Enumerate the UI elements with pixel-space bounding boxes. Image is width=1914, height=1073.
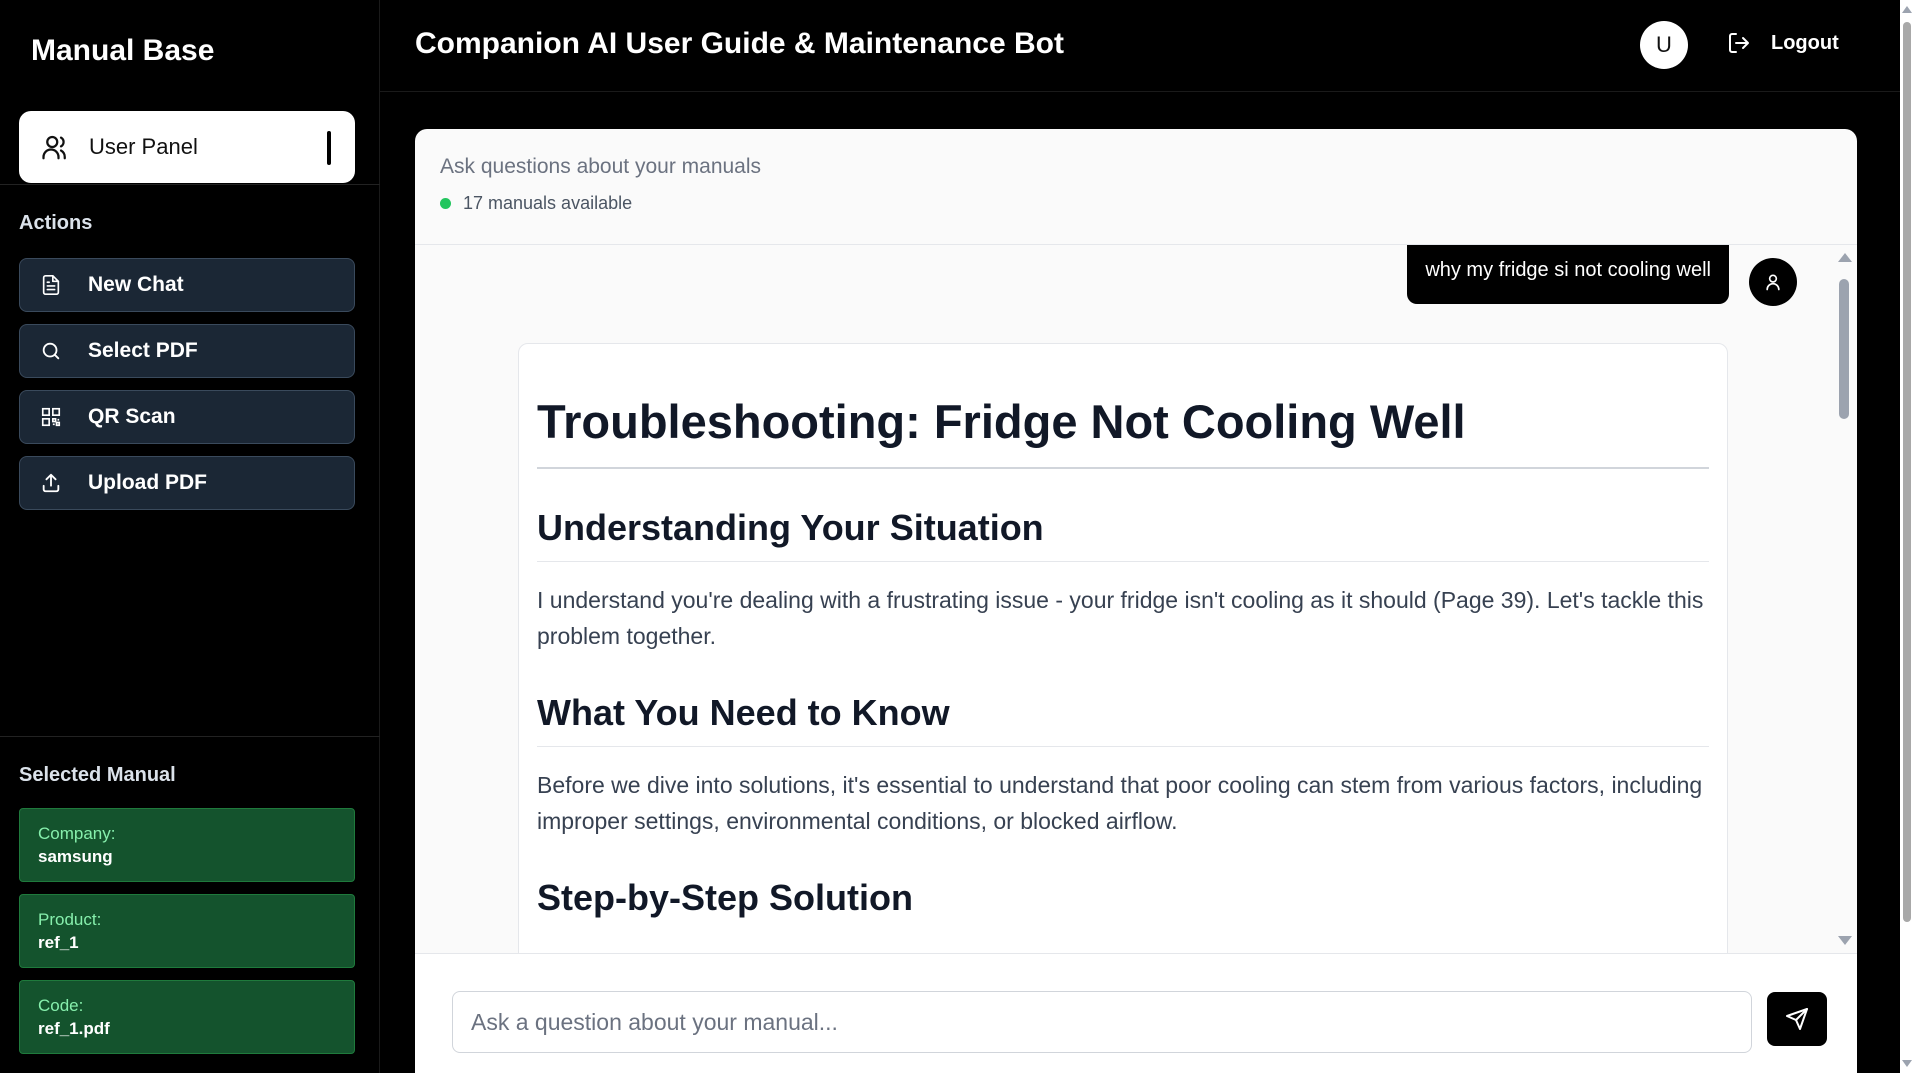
- answer-heading-situation: Understanding Your Situation: [537, 507, 1709, 562]
- page-title: Companion AI User Guide & Maintenance Bo…: [415, 27, 1064, 60]
- divider: [0, 736, 380, 737]
- select-pdf-button[interactable]: Select PDF: [19, 324, 355, 378]
- upload-pdf-label: Upload PDF: [88, 471, 207, 494]
- scroll-thumb[interactable]: [1839, 279, 1849, 419]
- user-icon: [1766, 274, 1780, 291]
- page-scrollbar[interactable]: [1900, 0, 1914, 1073]
- upload-pdf-button[interactable]: Upload PDF: [19, 456, 355, 510]
- active-indicator: [327, 131, 331, 165]
- search-icon: [38, 338, 64, 364]
- product-card: Product: ref_1: [19, 894, 355, 968]
- sidebar: Manual Base User Panel Actions New Chat …: [0, 0, 380, 1073]
- answer-heading-steps: Step-by-Step Solution: [537, 877, 913, 918]
- chat-header: Ask questions about your manuals 17 manu…: [415, 129, 1857, 245]
- avatar[interactable]: U: [1640, 21, 1688, 69]
- logout-label: Logout: [1771, 31, 1839, 54]
- answer-heading-know: What You Need to Know: [537, 692, 1709, 747]
- composer: [415, 953, 1857, 1073]
- answer-paragraph-situation: I understand you're dealing with a frust…: [537, 587, 1704, 649]
- qr-code-icon: [38, 404, 64, 430]
- code-value: ref_1.pdf: [38, 1019, 110, 1038]
- message-list[interactable]: why my fridge si not cooling well Troubl…: [415, 245, 1857, 953]
- actions-heading: Actions: [19, 212, 93, 234]
- company-card: Company: samsung: [19, 808, 355, 882]
- answer-title: Troubleshooting: Fridge Not Cooling Well: [537, 394, 1709, 469]
- company-key: Company:: [38, 824, 116, 843]
- product-key: Product:: [38, 910, 102, 929]
- new-chat-button[interactable]: New Chat: [19, 258, 355, 312]
- logout-icon: [1727, 30, 1753, 56]
- chat-panel: Ask questions about your manuals 17 manu…: [415, 129, 1857, 1073]
- messages-scrollbar[interactable]: [1835, 245, 1853, 953]
- brand-title: Manual Base: [31, 34, 215, 67]
- manuals-status: 17 manuals available: [440, 193, 1832, 214]
- status-dot-icon: [440, 198, 451, 209]
- answer-paragraph-know: Before we dive into solutions, it's esse…: [537, 772, 1703, 834]
- qr-scan-label: QR Scan: [88, 405, 176, 428]
- logout-button[interactable]: Logout: [1727, 30, 1839, 56]
- scroll-up-icon[interactable]: [1838, 253, 1852, 262]
- send-icon: [1786, 1008, 1808, 1030]
- manuals-count: 17 manuals available: [463, 193, 633, 213]
- code-card: Code: ref_1.pdf: [19, 980, 355, 1054]
- bot-answer: Troubleshooting: Fridge Not Cooling Well…: [518, 343, 1728, 953]
- user-panel-button[interactable]: User Panel: [19, 111, 355, 183]
- chat-subtitle: Ask questions about your manuals: [440, 155, 762, 178]
- selected-manual-heading: Selected Manual: [19, 764, 176, 786]
- page-scroll-thumb[interactable]: [1903, 22, 1911, 922]
- product-value: ref_1: [38, 933, 79, 952]
- code-key: Code:: [38, 996, 84, 1015]
- upload-icon: [38, 470, 64, 496]
- new-chat-label: New Chat: [88, 273, 184, 296]
- page-scroll-up-icon[interactable]: [1902, 6, 1912, 13]
- user-panel-label: User Panel: [89, 134, 198, 159]
- users-icon: [41, 132, 71, 162]
- send-button[interactable]: [1767, 992, 1827, 1046]
- divider: [0, 184, 380, 185]
- qr-scan-button[interactable]: QR Scan: [19, 390, 355, 444]
- document-icon: [38, 272, 64, 298]
- user-message: why my fridge si not cooling well: [1407, 245, 1729, 304]
- page-scroll-down-icon[interactable]: [1902, 1060, 1912, 1067]
- user-avatar: [1749, 258, 1797, 306]
- scroll-down-icon[interactable]: [1838, 936, 1852, 945]
- header-divider: [380, 91, 1900, 92]
- question-input[interactable]: [452, 991, 1752, 1053]
- company-value: samsung: [38, 847, 113, 866]
- select-pdf-label: Select PDF: [88, 339, 198, 362]
